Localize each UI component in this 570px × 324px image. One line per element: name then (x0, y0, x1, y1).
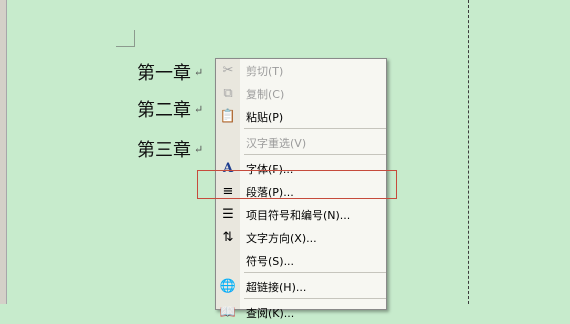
paragraph-mark-icon: ↵ (194, 142, 204, 156)
heading-chapter-3[interactable]: 第三章 ↵ (137, 136, 203, 162)
scissors-icon: ✂ (222, 63, 234, 78)
heading-text: 第二章 (137, 100, 191, 121)
copy-icon: ⧉ (223, 86, 233, 101)
menu-item-label: 粘贴(P) (246, 110, 284, 124)
heading-chapter-2[interactable]: 第二章 ↵ (137, 96, 203, 122)
text-direction-icon: ⇅ (222, 230, 234, 245)
menu-item-paste[interactable]: 📋 粘贴(P) (216, 105, 386, 128)
heading-chapter-1[interactable]: 第一章 ↵ (137, 59, 203, 85)
menu-item-text-direction[interactable]: ⇅ 文字方向(X)... (216, 226, 386, 249)
research-icon: 📖 (219, 305, 237, 320)
menu-item-label: 符号(S)... (246, 254, 295, 268)
menu-item-reconvert[interactable]: 汉字重选(V) (216, 131, 386, 154)
paste-icon: 📋 (219, 109, 237, 124)
heading-text: 第三章 (137, 140, 191, 161)
menu-item-label: 超链接(H)... (246, 280, 307, 294)
menu-item-copy[interactable]: ⧉ 复制(C) (216, 82, 386, 105)
menu-item-label: 复制(C) (246, 87, 285, 101)
paragraph-mark-icon: ↵ (194, 65, 204, 79)
right-margin-guide (468, 0, 469, 304)
menu-item-label: 项目符号和编号(N)... (246, 208, 351, 222)
menu-item-label: 汉字重选(V) (246, 136, 307, 150)
menu-item-research[interactable]: 📖 查阅(K)... (216, 301, 386, 324)
menu-item-bullets-numbering[interactable]: ☰ 项目符号和编号(N)... (216, 203, 386, 226)
menu-item-label: 查阅(K)... (246, 306, 295, 320)
vertical-scrollbar[interactable] (0, 0, 7, 304)
menu-item-label: 文字方向(X)... (246, 231, 317, 245)
menu-item-symbol[interactable]: 符号(S)... (216, 249, 386, 272)
bullets-icon: ☰ (222, 207, 234, 222)
page-margin-corner (116, 30, 135, 47)
paragraph-highlight-box (197, 170, 397, 199)
paragraph-mark-icon: ↵ (194, 102, 204, 116)
menu-item-hyperlink[interactable]: 🌐 超链接(H)... (216, 275, 386, 298)
heading-text: 第一章 (137, 63, 191, 84)
menu-item-label: 剪切(T) (246, 64, 284, 78)
menu-item-cut[interactable]: ✂ 剪切(T) (216, 59, 386, 82)
hyperlink-icon: 🌐 (219, 279, 237, 294)
